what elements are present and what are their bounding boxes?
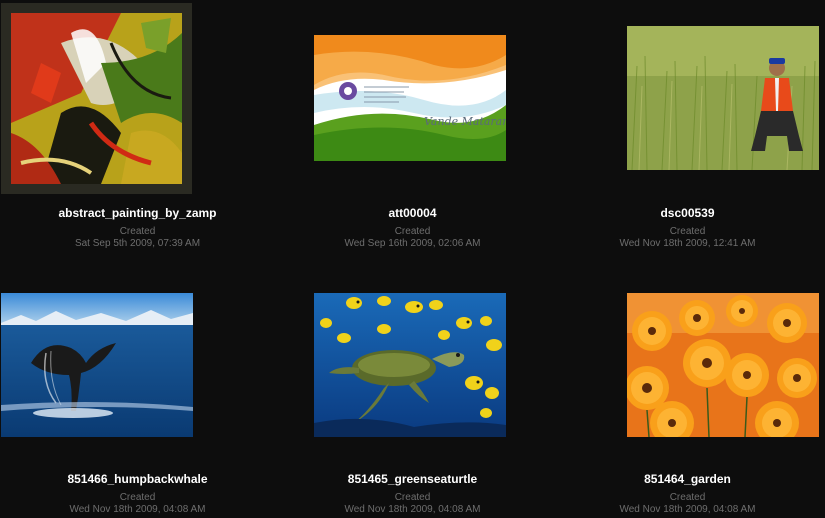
gallery-item: 851465_greenseaturtle Created Wed Nov 18…	[275, 266, 550, 518]
abstract-painting-thumbnail[interactable]	[1, 3, 192, 194]
item-title[interactable]: abstract_painting_by_zamp	[0, 206, 275, 220]
created-date: Wed Nov 18th 2009, 04:08 AM	[344, 504, 481, 515]
sea-turtle-image	[314, 293, 506, 437]
gallery-item: dsc00539 Created Wed Nov 18th 2009, 12:4…	[550, 0, 825, 260]
tricolor-card-image: Vande Mataram!	[314, 35, 506, 161]
sea-turtle-thumbnail[interactable]	[314, 293, 506, 437]
created-date: Wed Nov 18th 2009, 04:08 AM	[69, 504, 206, 515]
item-title[interactable]: dsc00539	[550, 206, 825, 220]
whale-tail-thumbnail[interactable]	[1, 293, 193, 437]
created-date: Sat Sep 5th 2009, 07:39 AM	[74, 238, 201, 249]
created-date: Wed Nov 18th 2009, 12:41 AM	[619, 238, 756, 249]
item-title[interactable]: att00004	[275, 206, 550, 220]
gallery-item: abstract_painting_by_zamp Created Sat Se…	[0, 0, 275, 260]
created-label: Created	[669, 226, 706, 237]
card-script-text: Vande Mataram!	[424, 115, 506, 128]
item-title[interactable]: 851465_greenseaturtle	[275, 472, 550, 486]
created-label: Created	[119, 492, 156, 503]
tricolor-card-thumbnail[interactable]: Vande Mataram!	[314, 35, 506, 161]
thumbnail-gallery: abstract_painting_by_zamp Created Sat Se…	[0, 0, 825, 518]
created-date: Wed Nov 18th 2009, 04:08 AM	[619, 504, 756, 515]
created-label: Created	[394, 492, 431, 503]
orange-flowers-thumbnail[interactable]	[627, 293, 819, 437]
man-in-field-image	[627, 26, 819, 170]
whale-tail-image	[1, 293, 193, 437]
item-title[interactable]: 851466_humpbackwhale	[0, 472, 275, 486]
item-title[interactable]: 851464_garden	[550, 472, 825, 486]
gallery-item: Vande Mataram! att00004 Created Wed Sep …	[275, 0, 550, 260]
orange-flowers-image	[627, 293, 819, 437]
abstract-painting-image	[1, 3, 192, 194]
gallery-item: 851466_humpbackwhale Created Wed Nov 18t…	[0, 266, 275, 518]
created-date: Wed Sep 16th 2009, 02:06 AM	[344, 238, 481, 249]
man-in-field-thumbnail[interactable]	[627, 26, 819, 170]
gallery-item: 851464_garden Created Wed Nov 18th 2009,…	[550, 266, 825, 518]
created-label: Created	[119, 226, 156, 237]
created-label: Created	[394, 226, 431, 237]
created-label: Created	[669, 492, 706, 503]
